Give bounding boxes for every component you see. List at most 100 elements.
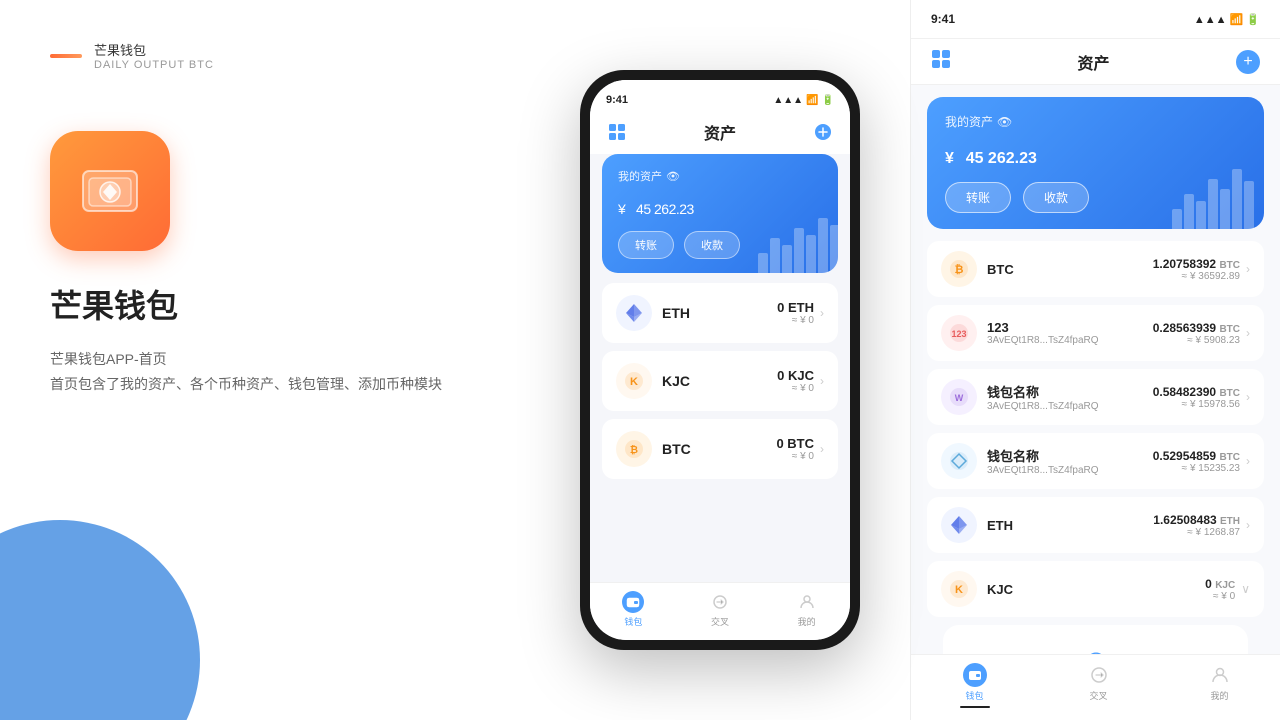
rp-btc-chevron: ›: [1246, 262, 1250, 276]
rp-me-nav-icon: [1208, 663, 1232, 687]
app-logo-svg: [75, 156, 145, 226]
rp-coin-eth[interactable]: ETH 1.62508483 ETH ≈ ¥ 1268.87 ›: [927, 497, 1264, 553]
wallet-nav-icon: [622, 591, 644, 613]
btc-arrow-icon: ›: [820, 442, 824, 456]
exchange-nav-icon: [709, 591, 731, 613]
rp-eth-balance: 1.62508483 ETH ≈ ¥ 1268.87: [1153, 513, 1240, 538]
rp-wallet2-info: 钱包名称 3AvEQt1R8...TsZ4fpaRQ: [987, 446, 1153, 476]
rp-nav-me-label: 我的: [1210, 689, 1228, 702]
phone-mockup-panel: 9:41 ▲▲▲ 📶 🔋 资产: [530, 0, 910, 720]
rp-nav-active-indicator: [960, 706, 990, 708]
app-icon: [50, 131, 170, 251]
phone-outer: 9:41 ▲▲▲ 📶 🔋 资产: [580, 70, 860, 650]
phone-coin-list: ETH 0 ETH ≈ ¥ 0 › K KJC 0 KJC ≈ ¥ 0: [590, 283, 850, 582]
rp-kjc-balance: 0 KJC ≈ ¥ 0: [1205, 577, 1235, 602]
phone-receive-button[interactable]: 收款: [684, 231, 740, 259]
rp-123-icon: 123: [941, 315, 977, 351]
rp-kjc-info: KJC: [987, 582, 1205, 597]
rp-status-bar: 9:41 ▲▲▲ 📶 🔋: [911, 0, 1280, 39]
rp-transfer-button[interactable]: 转账: [945, 182, 1011, 213]
rp-receive-button[interactable]: 收款: [1023, 182, 1089, 213]
phone-eth-name: ETH: [662, 305, 690, 321]
rp-123-chevron: ›: [1246, 326, 1250, 340]
phone-nav-me[interactable]: 我的: [796, 591, 818, 628]
rp-coin-kjc[interactable]: K KJC 0 KJC ≈ ¥ 0 ∨: [927, 561, 1264, 617]
phone-nav-me-label: 我的: [798, 615, 816, 628]
app-icon-wrapper: [50, 131, 480, 251]
rp-status-icons: ▲▲▲ 📶 🔋: [1194, 13, 1260, 26]
rp-eth-chevron: ›: [1246, 518, 1250, 532]
rp-exchange-nav-icon: [1087, 663, 1111, 687]
svg-text:₿: ₿: [955, 264, 964, 276]
rp-bottom-nav: 钱包 交叉 我的: [911, 654, 1280, 720]
brand-line: [50, 54, 82, 58]
rp-nav-me[interactable]: 我的: [1208, 663, 1232, 708]
right-panel: 9:41 ▲▲▲ 📶 🔋 资产 + 我的资产 👁 ¥ 45 262.23 转: [910, 0, 1280, 720]
phone-btc-balance: 0 BTC ≈ ¥ 0: [776, 436, 814, 462]
rp-btc-info: BTC: [987, 262, 1153, 277]
brand-name-small: 芒果钱包: [94, 40, 214, 59]
eth-wallet-create-box: 请先创建或导入ETH钱包 创建 导入: [943, 625, 1248, 654]
phone-coin-btc[interactable]: ₿ BTC 0 BTC ≈ ¥ 0 ›: [602, 419, 838, 479]
rp-title-bar: 资产 +: [911, 39, 1280, 85]
eth-wallet-illustration: [1046, 645, 1146, 654]
rp-asset-card: 我的资产 👁 ¥ 45 262.23 转账 收款: [927, 97, 1264, 229]
rp-eth-info: ETH: [987, 518, 1153, 533]
kjc-icon: K: [616, 363, 652, 399]
rp-kjc-chevron: ∨: [1241, 582, 1250, 596]
rp-coin-wallet2[interactable]: 钱包名称 3AvEQt1R8...TsZ4fpaRQ 0.52954859 BT…: [927, 433, 1264, 489]
kjc-arrow-icon: ›: [820, 374, 824, 388]
rp-eth-icon: [941, 507, 977, 543]
brand-bar: 芒果钱包 DAILY OUTPUT BTC: [50, 40, 480, 71]
rp-coin-list: ₿ BTC 1.20758392 BTC ≈ ¥ 36592.89 › 123 …: [911, 241, 1280, 654]
svg-text:K: K: [630, 376, 638, 388]
rp-add-button[interactable]: +: [1236, 50, 1260, 74]
phone-status-icons: ▲▲▲ 📶 🔋: [773, 95, 834, 106]
rp-btc-icon: ₿: [941, 251, 977, 287]
app-description: 芒果钱包APP-首页 首页包含了我的资产、各个币种资产、钱包管理、添加币种模块: [50, 347, 480, 397]
phone-eth-balance: 0 ETH ≈ ¥ 0: [777, 300, 814, 326]
phone-nav-exchange-label: 交叉: [711, 615, 729, 628]
phone-bottom-nav: 钱包 交叉 我的: [590, 582, 850, 640]
phone-coin-eth[interactable]: ETH 0 ETH ≈ ¥ 0 ›: [602, 283, 838, 343]
phone-kjc-balance: 0 KJC ≈ ¥ 0: [777, 368, 814, 394]
svg-text:123: 123: [951, 329, 966, 339]
rp-kjc-icon: K: [941, 571, 977, 607]
phone-transfer-button[interactable]: 转账: [618, 231, 674, 259]
rp-wallet2-balance: 0.52954859 BTC ≈ ¥ 15235.23: [1153, 449, 1240, 474]
rp-nav-exchange-label: 交叉: [1089, 689, 1107, 702]
phone-header-title: 资产: [704, 120, 736, 144]
asset-card-bg-bars: [758, 154, 838, 273]
rp-123-balance: 0.28563939 BTC ≈ ¥ 5908.23: [1153, 321, 1240, 346]
me-nav-icon: [796, 591, 818, 613]
grid-icon[interactable]: [606, 121, 628, 143]
phone-kjc-name: KJC: [662, 373, 690, 389]
rp-btc-balance: 1.20758392 BTC ≈ ¥ 36592.89: [1153, 257, 1240, 282]
svg-text:W: W: [955, 393, 964, 403]
phone-coin-kjc[interactable]: K KJC 0 KJC ≈ ¥ 0 ›: [602, 351, 838, 411]
rp-123-info: 123 3AvEQt1R8...TsZ4fpaRQ: [987, 320, 1153, 346]
rp-coin-wallet1[interactable]: W 钱包名称 3AvEQt1R8...TsZ4fpaRQ 0.58482390 …: [927, 369, 1264, 425]
eth-icon: [616, 295, 652, 331]
phone-status-bar: 9:41 ▲▲▲ 📶 🔋: [590, 80, 850, 112]
svg-text:₿: ₿: [630, 444, 638, 456]
rp-nav-wallet[interactable]: 钱包: [960, 663, 990, 708]
decorative-blob: [0, 520, 200, 720]
rp-title: 资产: [1077, 50, 1109, 74]
phone-nav-exchange[interactable]: 交叉: [709, 591, 731, 628]
phone-nav-wallet-label: 钱包: [624, 615, 642, 628]
rp-card-bg-bars: [1172, 97, 1254, 229]
rp-coin-123[interactable]: 123 123 3AvEQt1R8...TsZ4fpaRQ 0.28563939…: [927, 305, 1264, 361]
phone-time: 9:41: [606, 94, 628, 106]
phone-nav-wallet[interactable]: 钱包: [622, 591, 644, 628]
btc-icon: ₿: [616, 431, 652, 467]
rp-wallet1-icon: W: [941, 379, 977, 415]
rp-coin-btc[interactable]: ₿ BTC 1.20758392 BTC ≈ ¥ 36592.89 ›: [927, 241, 1264, 297]
rp-grid-icon[interactable]: [931, 49, 951, 74]
add-icon[interactable]: [812, 121, 834, 143]
rp-nav-exchange[interactable]: 交叉: [1087, 663, 1111, 708]
svg-text:K: K: [955, 584, 963, 596]
rp-wallet1-balance: 0.58482390 BTC ≈ ¥ 15978.56: [1153, 385, 1240, 410]
app-title: 芒果钱包: [50, 281, 480, 327]
phone-btc-name: BTC: [662, 441, 691, 457]
